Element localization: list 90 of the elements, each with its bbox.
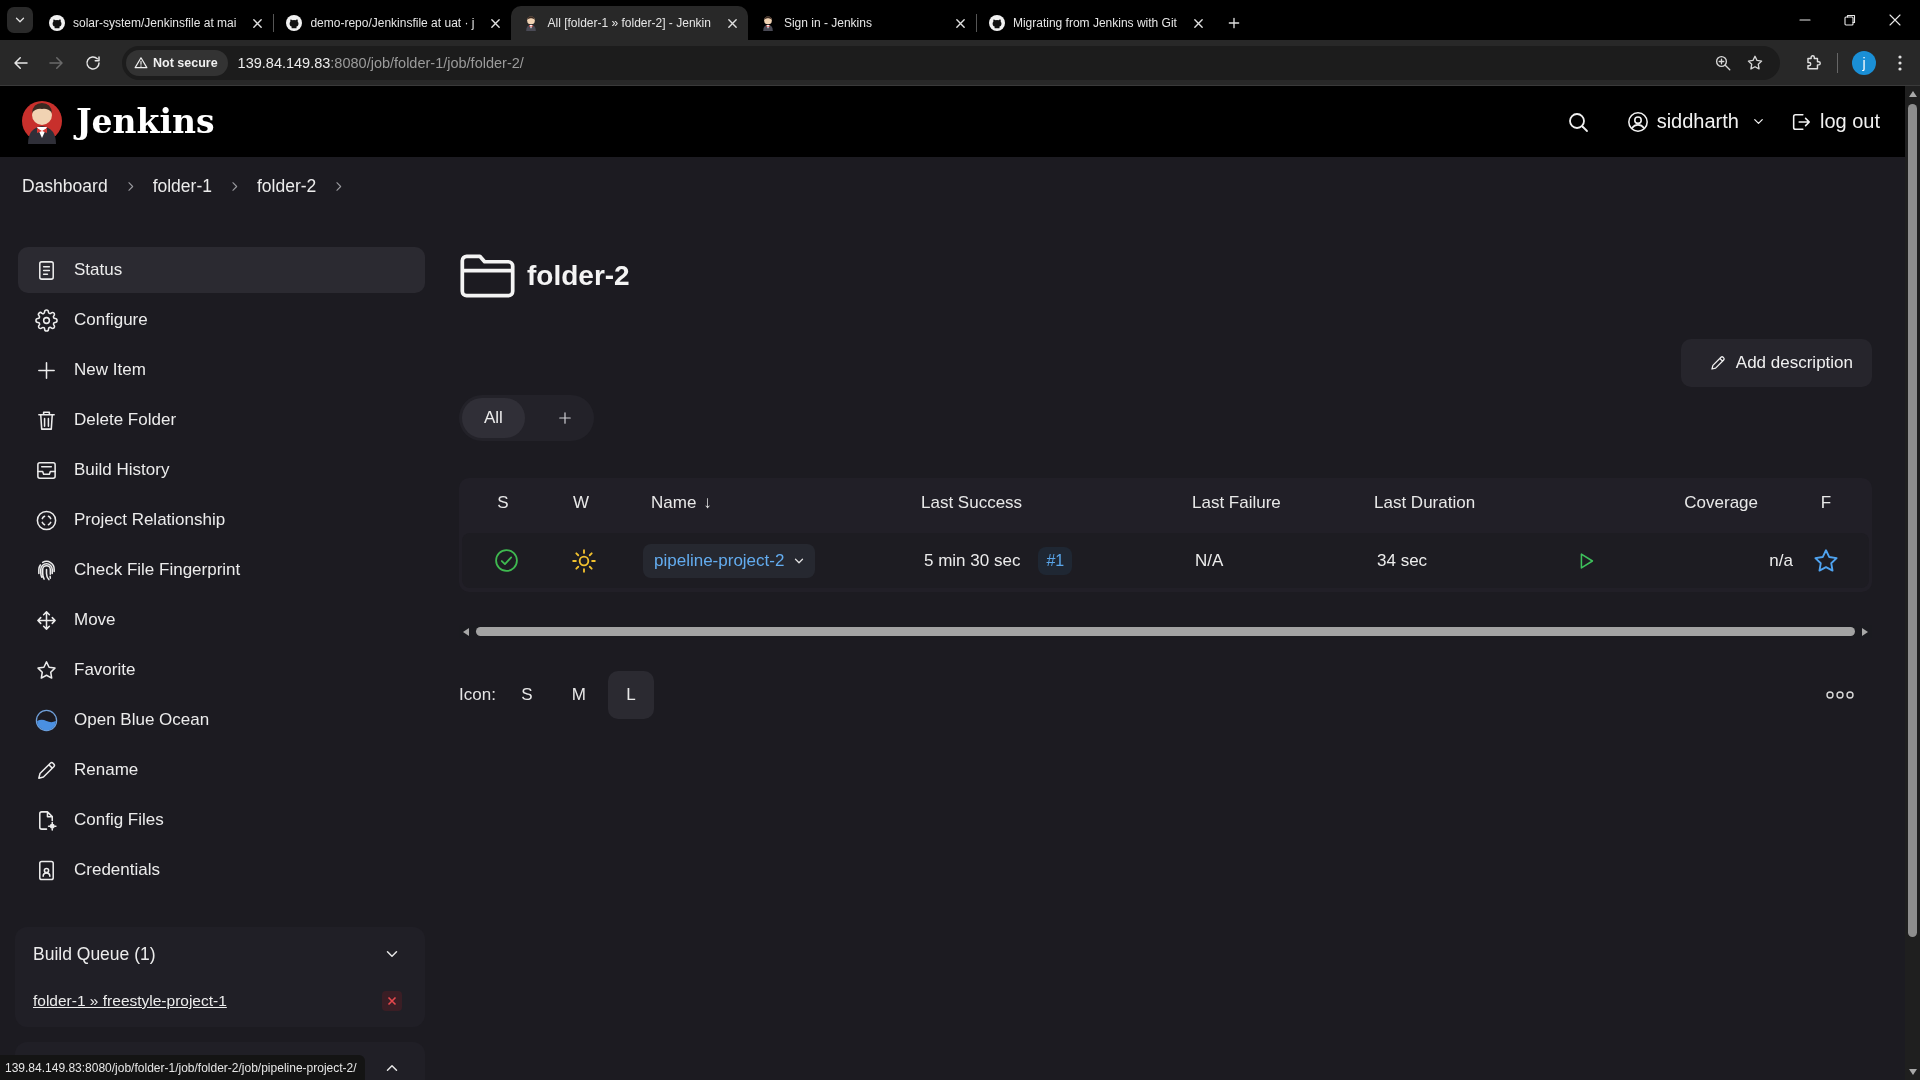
close-icon[interactable] [1192,17,1204,29]
sidebar-item[interactable]: Config Files [18,797,425,843]
sidebar-item[interactable]: Rename [18,747,425,793]
gear-icon [35,308,58,332]
close-icon[interactable] [726,17,738,29]
zoom-icon[interactable] [1714,53,1732,72]
cancel-icon[interactable] [382,991,402,1011]
close-icon[interactable] [1889,14,1901,26]
kebab-menu-icon[interactable] [1898,54,1902,71]
security-indicator[interactable]: Not secure [126,49,228,76]
sidebar-item[interactable]: Delete Folder [18,397,425,443]
sidebar-item[interactable]: Open Blue Ocean [18,697,425,743]
browser-tab[interactable]: Sign in - Jenkins [747,6,976,40]
column-header[interactable]: Last Success [921,492,1023,513]
move-arrows-icon [35,608,58,632]
sidebar-item[interactable]: Build History [18,447,425,493]
sort-indicator[interactable]: ↓ [703,492,712,513]
table-cell: 34 sec [1377,550,1428,571]
column-header[interactable]: F [1820,492,1832,513]
table-cell: n/a [1769,550,1793,571]
page-title: folder-2 [527,260,630,292]
vertical-scrollbar[interactable] [1905,86,1920,1080]
browser-tab[interactable]: demo-repo/Jenkinsfile at uat · j [274,6,512,40]
user-circle-icon [1626,110,1649,133]
dashed-ring-icon [35,508,58,532]
user-menu-button[interactable]: siddharth [1626,110,1766,133]
table-cell: N/A [1195,550,1224,571]
address-bar[interactable]: Not secure 139.84.149.83:8080/job/folder-1/job/folder-2/ [122,45,1780,80]
cat-logo-icon [286,15,303,31]
sidebar-item[interactable]: Status [18,247,425,293]
sidebar-item[interactable]: Check File Fingerprint [18,547,425,593]
column-header[interactable]: W [572,492,589,513]
cat-logo-icon [988,15,1005,31]
sidebar-item[interactable]: Move [18,597,425,643]
url-text: 139.84.149.83:8080/job/folder-1/job/folder-2/ [237,54,524,71]
close-icon[interactable] [252,17,264,29]
bookmark-star-icon[interactable] [1746,53,1764,72]
table-cell: 5 min 30 sec [924,550,1021,571]
puzzle-icon[interactable] [1804,53,1823,72]
sun-icon [571,547,597,574]
icon-size-label: Icon: [459,685,496,705]
reload-icon[interactable] [84,53,102,72]
tab-search-button[interactable] [7,7,33,33]
fingerprint-icon [35,558,58,582]
sidebar-item[interactable]: Project Relationship [18,497,425,543]
scroll-up-arrow-icon[interactable] [1908,91,1917,97]
queue-item-link[interactable]: folder-1 » freestyle-project-1 [33,992,227,1010]
sidebar-item[interactable]: Credentials [18,847,425,893]
breadcrumb-link[interactable]: folder-1 [152,175,212,197]
warning-icon [134,55,148,70]
icon-size-button[interactable]: L [607,671,654,719]
sidebar-item[interactable]: Favorite [18,647,425,693]
browser-tab[interactable]: All [folder-1 » folder-2] - Jenkin [511,6,748,40]
view-tab[interactable]: All [462,398,525,438]
more-icon[interactable] [1825,690,1855,700]
column-header[interactable]: S [497,492,509,513]
job-link[interactable]: pipeline-project-2 [643,543,816,578]
half-filled-circle-icon [35,708,58,732]
panel-title: Build Queue (1) [33,943,156,965]
restore-icon[interactable] [1844,14,1856,26]
column-header[interactable]: Name [651,492,697,513]
check-circle-icon [493,548,519,573]
add-description-button[interactable]: Add description [1680,339,1872,387]
scroll-right-arrow-icon[interactable] [1862,627,1868,636]
icon-size-button[interactable]: M [555,671,602,719]
column-header[interactable]: Coverage [1684,492,1758,513]
browser-tab[interactable]: Migrating from Jenkins with Git [976,6,1214,40]
build-link[interactable]: #1 [1038,546,1073,575]
sidebar-item[interactable]: Configure [18,297,425,343]
logout-link[interactable]: log out [1789,110,1880,133]
scroll-left-arrow-icon[interactable] [463,627,469,636]
breadcrumb-link[interactable]: folder-2 [256,175,317,197]
browser-tab[interactable]: solar-system/Jenkinsfile at mai [37,6,274,40]
profile-avatar[interactable]: j [1852,50,1876,75]
folder-icon [459,253,516,299]
star-icon[interactable] [1812,546,1840,575]
sidebar-item[interactable]: New Item [18,347,425,393]
icon-size-button[interactable]: S [503,671,550,719]
scroll-down-arrow-icon[interactable] [1908,1069,1917,1075]
scrollbar-thumb[interactable] [476,627,1855,636]
cat-logo-icon [49,15,65,31]
scrollbar-thumb[interactable] [1908,104,1917,937]
breadcrumb-link[interactable]: Dashboard [22,175,108,197]
status-bar-url: 139.84.149.83:8080/job/folder-1/job/folder-2/job/pipeline-project-2/ [0,1055,365,1080]
pencil-icon [1708,354,1727,372]
star-icon [35,658,58,682]
column-header[interactable]: Last Failure [1192,492,1281,513]
column-header[interactable]: Last Duration [1374,492,1476,513]
close-icon[interactable] [490,17,502,29]
close-icon[interactable] [954,17,966,29]
